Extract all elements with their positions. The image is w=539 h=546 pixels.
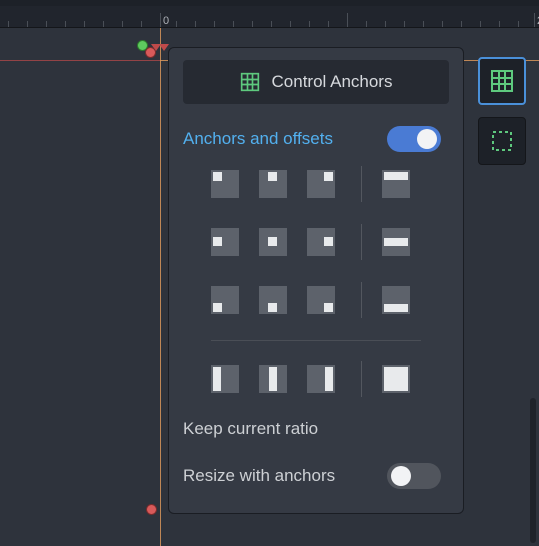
resize-anchors-row: Resize with anchors bbox=[169, 457, 463, 495]
resize-anchors-label: Resize with anchors bbox=[183, 466, 335, 486]
anchor-preset-bottom-left[interactable] bbox=[211, 286, 239, 314]
anchor-preset-bottom-right[interactable] bbox=[307, 286, 335, 314]
selection-tool-button[interactable] bbox=[478, 117, 526, 165]
dotted-square-icon bbox=[490, 129, 514, 153]
anchor-preset-center-right[interactable] bbox=[307, 228, 335, 256]
anchor-preset-top-stretch[interactable] bbox=[382, 170, 410, 198]
anchors-offsets-toggle[interactable] bbox=[387, 126, 441, 152]
resize-anchors-toggle[interactable] bbox=[387, 463, 441, 489]
anchor-preset-bottom-stretch[interactable] bbox=[382, 286, 410, 314]
anchor-preset-top-center[interactable] bbox=[259, 170, 287, 198]
anchor-preset-right-stretch[interactable] bbox=[307, 365, 335, 393]
anchors-offsets-label: Anchors and offsets bbox=[183, 129, 333, 149]
anchor-grid-icon bbox=[240, 72, 260, 92]
anchor-preset-grid bbox=[169, 166, 463, 318]
anchor-preset-bottom-center[interactable] bbox=[259, 286, 287, 314]
anchor-preset-top-left[interactable] bbox=[211, 170, 239, 198]
anchor-preset-full-stretch[interactable] bbox=[382, 365, 410, 393]
anchor-preset-left-stretch[interactable] bbox=[211, 365, 239, 393]
anchor-preset-vcenter-stretch[interactable] bbox=[259, 365, 287, 393]
keep-ratio-row: Keep current ratio bbox=[169, 413, 463, 457]
anchors-offsets-row: Anchors and offsets bbox=[169, 120, 463, 166]
anchor-preset-center-left[interactable] bbox=[211, 228, 239, 256]
guide-line bbox=[0, 60, 160, 61]
ruler: 0 2 bbox=[0, 6, 539, 28]
popup-title: Control Anchors bbox=[272, 72, 393, 92]
control-anchors-popup: Control Anchors Anchors and offsets bbox=[168, 47, 464, 514]
keep-ratio-label: Keep current ratio bbox=[183, 419, 318, 439]
popup-header: Control Anchors bbox=[183, 60, 449, 104]
anchor-tool-button[interactable] bbox=[478, 57, 526, 105]
ruler-label-0: 0 bbox=[163, 15, 169, 27]
anchor-preset-top-right[interactable] bbox=[307, 170, 335, 198]
anchor-preset-hcenter-stretch[interactable] bbox=[382, 228, 410, 256]
control-point-red[interactable] bbox=[146, 504, 157, 515]
control-point-red[interactable] bbox=[145, 47, 156, 58]
toolbar bbox=[478, 57, 526, 165]
anchor-preset-center[interactable] bbox=[259, 228, 287, 256]
axis-vertical bbox=[160, 28, 161, 546]
anchor-grid-icon bbox=[490, 69, 514, 93]
divider bbox=[211, 340, 421, 341]
scrollbar[interactable] bbox=[530, 398, 536, 543]
